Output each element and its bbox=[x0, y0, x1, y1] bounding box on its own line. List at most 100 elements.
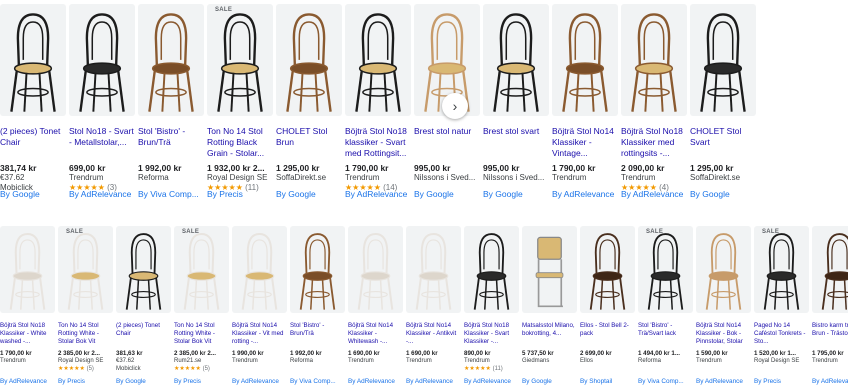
product-image[interactable] bbox=[483, 4, 549, 116]
product-image[interactable] bbox=[345, 4, 411, 116]
by-ad-source-link[interactable]: By Shoptail bbox=[580, 378, 612, 385]
product-title[interactable]: Ellos - Stol Bell 2-pack bbox=[580, 322, 638, 347]
product-title[interactable]: (2 pieces) Tonet Chair bbox=[0, 126, 68, 159]
by-ad-source-link[interactable]: By Precis bbox=[754, 378, 781, 385]
product-image[interactable] bbox=[138, 4, 204, 116]
product-image[interactable] bbox=[0, 226, 55, 313]
product-image[interactable] bbox=[696, 226, 751, 313]
by-ad-source-link[interactable]: By Google bbox=[0, 189, 40, 199]
product-image[interactable]: SALE bbox=[207, 4, 273, 116]
product-card[interactable]: Stol 'Bistro' - Brun/Trä 1 992,00 kr Refor… bbox=[290, 226, 348, 389]
product-card[interactable]: (2 pieces) Tonet Chair 381,74 kr €37.62 Mob… bbox=[0, 0, 68, 205]
product-image[interactable] bbox=[522, 226, 577, 313]
product-title[interactable]: Böjträ Stol No18 Klassiker - Svart Klass… bbox=[464, 322, 522, 347]
product-title[interactable]: Böjträ Stol No14 Klassiker - Bok - Pinns… bbox=[696, 322, 754, 347]
product-card[interactable]: Böjträ Stol No14 Klassiker - Antikvit -.… bbox=[406, 226, 464, 389]
product-card[interactable]: Böjträ Stol No14 Klassiker - Vit med rot… bbox=[232, 226, 290, 389]
product-card[interactable]: SALE Ton No 14 Stol Rotting Black Grain -… bbox=[207, 0, 275, 205]
product-title[interactable]: Stol No18 - Svart - Metallstolar,... bbox=[69, 126, 137, 159]
product-title[interactable]: Ton No 14 Stol Rotting Black Grain - Sto… bbox=[207, 126, 275, 159]
by-ad-source-link[interactable]: By AdRelevance bbox=[69, 189, 131, 199]
product-image[interactable]: SALE bbox=[754, 226, 809, 313]
product-image[interactable] bbox=[552, 4, 618, 116]
product-card[interactable]: (2 pieces) Tonet Chair 381,63 kr €37.62 Mob… bbox=[116, 226, 174, 389]
by-ad-source-link[interactable]: By Viva Comp... bbox=[638, 378, 684, 385]
product-title[interactable]: Stol 'Bistro' - Brun/Trä bbox=[138, 126, 206, 159]
carousel-next-button[interactable]: › bbox=[442, 93, 468, 119]
by-ad-source-link[interactable]: By Precis bbox=[58, 378, 85, 385]
by-ad-source-link[interactable]: By Google bbox=[116, 378, 146, 385]
by-ad-source-link[interactable]: By Google bbox=[522, 378, 552, 385]
product-card[interactable]: SALE Ton No 14 Stol Rotting White - Stola… bbox=[58, 226, 116, 389]
by-ad-source-link[interactable]: By Precis bbox=[207, 189, 243, 199]
product-card[interactable]: Böjträ Stol No14 Klassiker - Vintage... 1… bbox=[552, 0, 620, 205]
by-ad-source-link[interactable]: By Precis bbox=[174, 378, 201, 385]
product-title[interactable]: (2 pieces) Tonet Chair bbox=[116, 322, 174, 347]
product-image[interactable]: SALE bbox=[174, 226, 229, 313]
product-image[interactable] bbox=[406, 226, 461, 313]
product-card[interactable]: Stol No18 - Svart - Metallstolar,... 699,… bbox=[69, 0, 137, 205]
product-title[interactable]: Paged No 14 Caféstol Tonkrets - Sto... bbox=[754, 322, 812, 347]
product-title[interactable]: Bistro karm trästol - Brun - Trästolar,.… bbox=[812, 322, 848, 347]
by-ad-source-link[interactable]: By AdRelevance bbox=[812, 378, 848, 385]
product-image[interactable] bbox=[232, 226, 287, 313]
product-image[interactable] bbox=[580, 226, 635, 313]
by-ad-source-link[interactable]: By AdRelevance bbox=[348, 378, 395, 385]
product-image[interactable] bbox=[290, 226, 345, 313]
product-card[interactable]: Stol 'Bistro' - Brun/Trä 1 992,00 kr Refor… bbox=[138, 0, 206, 205]
product-card[interactable]: Böjträ Stol No18 Klassiker med rottingsi… bbox=[621, 0, 689, 205]
product-title[interactable]: Böjträ Stol No14 Klassiker - Vit med rot… bbox=[232, 322, 290, 347]
by-ad-source-link[interactable]: By AdRelevance bbox=[621, 189, 683, 199]
product-title[interactable]: Böjträ Stol No18 klassiker - Svart med R… bbox=[345, 126, 413, 159]
by-ad-source-link[interactable]: By AdRelevance bbox=[345, 189, 407, 199]
by-ad-source-link[interactable]: By AdRelevance bbox=[552, 189, 614, 199]
product-card[interactable]: Böjträ Stol No18 klassiker - Svart med R… bbox=[345, 0, 413, 205]
by-ad-source-link[interactable]: By AdRelevance bbox=[406, 378, 453, 385]
by-ad-source-link[interactable]: By Viva Comp... bbox=[138, 189, 199, 199]
product-card[interactable]: Bistro karm trästol - Brun - Trästolar,.… bbox=[812, 226, 848, 389]
product-image[interactable]: SALE bbox=[58, 226, 113, 313]
product-card[interactable]: Böjträ Stol No14 Klassiker - Bok - Pinns… bbox=[696, 226, 754, 389]
product-title[interactable]: Böjträ Stol No18 Klassiker med rottingsi… bbox=[621, 126, 689, 159]
by-ad-source-link[interactable]: By AdRelevance bbox=[464, 378, 511, 385]
product-card[interactable]: CHOLET Stol Brun 1 295,00 kr SoffaDirekt.s… bbox=[276, 0, 344, 205]
product-title[interactable]: Böjträ Stol No14 Klassiker - Whitewash -… bbox=[348, 322, 406, 347]
by-ad-source-link[interactable]: By Google bbox=[690, 189, 730, 199]
product-title[interactable]: Brest stol natur bbox=[414, 126, 482, 159]
by-ad-source-link[interactable]: By Google bbox=[414, 189, 454, 199]
product-title[interactable]: Matsalsstol Milano, bokrotting, 4... bbox=[522, 322, 580, 347]
product-card[interactable]: Matsalsstol Milano, bokrotting, 4... 5 73… bbox=[522, 226, 580, 389]
product-title[interactable]: Stol 'Bistro' - Trä/Svart lack bbox=[638, 322, 696, 347]
product-card[interactable]: CHOLET Stol Svart 1 295,00 kr SoffaDirekt.… bbox=[690, 0, 758, 205]
product-image[interactable] bbox=[621, 4, 687, 116]
product-card[interactable]: SALE Stol 'Bistro' - Trä/Svart lack 1 494,… bbox=[638, 226, 696, 389]
product-title[interactable]: Ton No 14 Stol Rotting White - Stolar Bo… bbox=[58, 322, 116, 347]
product-card[interactable]: SALE Ton No 14 Stol Rotting White - Stola… bbox=[174, 226, 232, 389]
by-ad-source-link[interactable]: By Google bbox=[483, 189, 523, 199]
by-ad-source-link[interactable]: By AdRelevance bbox=[232, 378, 279, 385]
by-ad-source-link[interactable]: By AdRelevance bbox=[696, 378, 743, 385]
by-ad-source-link[interactable]: By Viva Comp... bbox=[290, 378, 336, 385]
product-card[interactable]: Ellos - Stol Bell 2-pack 2 699,00 kr Ellos… bbox=[580, 226, 638, 389]
product-image[interactable]: SALE bbox=[638, 226, 693, 313]
product-image[interactable] bbox=[69, 4, 135, 116]
product-title[interactable]: Ton No 14 Stol Rotting White - Stolar Bo… bbox=[174, 322, 232, 347]
product-image[interactable] bbox=[116, 226, 171, 313]
product-title[interactable]: Böjträ Stol No14 Klassiker - Vintage... bbox=[552, 126, 620, 159]
product-image[interactable] bbox=[0, 4, 66, 116]
product-image[interactable] bbox=[464, 226, 519, 313]
product-title[interactable]: Stol 'Bistro' - Brun/Trä bbox=[290, 322, 348, 347]
product-image[interactable] bbox=[276, 4, 342, 116]
product-title[interactable]: Böjträ Stol No14 Klassiker - Antikvit -.… bbox=[406, 322, 464, 347]
product-title[interactable]: Böjträ Stol No18 Klassiker - White washe… bbox=[0, 322, 58, 347]
product-title[interactable]: CHOLET Stol Brun bbox=[276, 126, 344, 159]
product-card[interactable]: SALE Paged No 14 Caféstol Tonkrets - Sto.… bbox=[754, 226, 812, 389]
product-card[interactable]: Böjträ Stol No18 Klassiker - Svart Klass… bbox=[464, 226, 522, 389]
product-card[interactable]: Brest stol svart 995,00 kr Nilssons i Sved… bbox=[483, 0, 551, 205]
by-ad-source-link[interactable]: By Google bbox=[276, 189, 316, 199]
product-title[interactable]: CHOLET Stol Svart bbox=[690, 126, 758, 159]
product-image[interactable] bbox=[690, 4, 756, 116]
product-card[interactable]: Böjträ Stol No18 Klassiker - White washe… bbox=[0, 226, 58, 389]
by-ad-source-link[interactable]: By AdRelevance bbox=[0, 378, 47, 385]
product-image[interactable] bbox=[812, 226, 848, 313]
